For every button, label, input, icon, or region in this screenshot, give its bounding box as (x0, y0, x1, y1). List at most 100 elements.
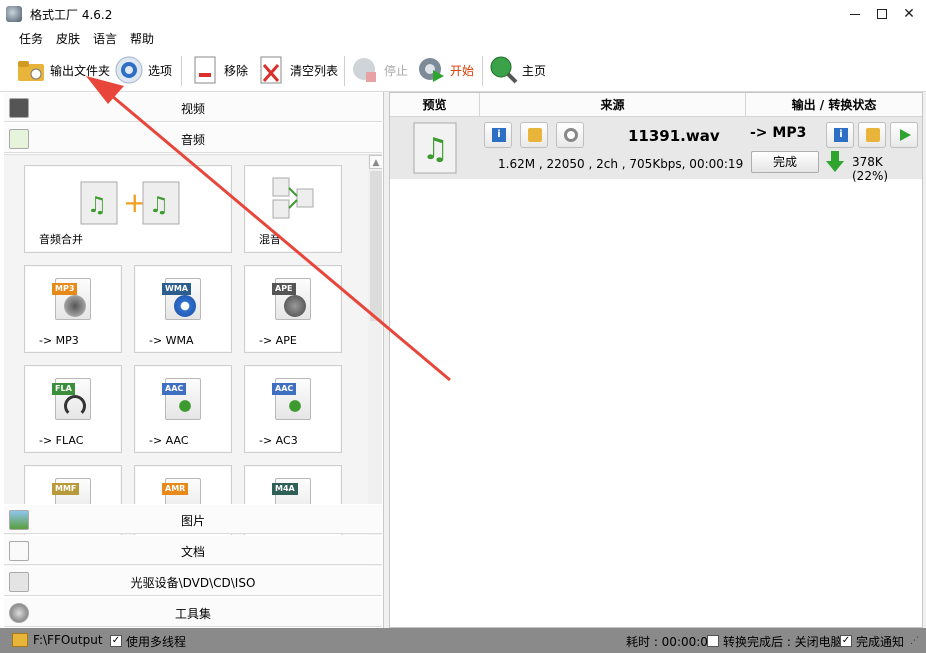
start-button[interactable]: 开始 (416, 52, 474, 88)
info-icon: i (834, 128, 848, 142)
to-aac-label: -> AAC (149, 434, 189, 447)
output-info-button[interactable]: i (826, 122, 854, 148)
to-wma-label: -> WMA (149, 334, 194, 347)
to-flac-tile[interactable]: FLA -> FLAC (24, 365, 122, 453)
clear-list-button[interactable]: 清空列表 (256, 52, 338, 88)
audio-mix-tile[interactable]: 混音 (244, 165, 342, 253)
scroll-up-icon[interactable]: ▲ (369, 155, 382, 169)
audio-merge-icon: ♫ + ♫ (80, 181, 180, 225)
remove-button[interactable]: 移除 (190, 52, 248, 88)
options-icon (114, 55, 144, 85)
remove-label: 移除 (224, 63, 249, 78)
category-audio-label: 音频 (180, 133, 205, 147)
title-bar: 格式工厂 4.6.2 ✕ (0, 0, 926, 28)
job-source-info: 1.62M , 22050 , 2ch , 705Kbps, 00:00:19 (498, 157, 744, 171)
job-filename: 11391.wav (628, 127, 720, 145)
audio-mix-label: 混音 (259, 233, 281, 246)
scroll-thumb[interactable] (370, 171, 382, 321)
resize-grip-icon[interactable]: ⋰ (910, 636, 919, 646)
download-arrow-icon (826, 151, 844, 172)
aac-format-icon: AAC (162, 378, 201, 420)
folder-icon[interactable] (12, 633, 28, 647)
menu-skin[interactable]: 皮肤 (56, 30, 80, 47)
source-settings-button[interactable] (556, 122, 584, 148)
clear-list-icon (256, 55, 286, 85)
category-document[interactable]: 文档 (4, 535, 382, 565)
category-picture[interactable]: 图片 (4, 504, 382, 534)
category-document-label: 文档 (180, 545, 205, 559)
to-flac-label: -> FLAC (39, 434, 84, 447)
flac-format-icon: FLA (52, 378, 91, 420)
svg-text:♫: ♫ (87, 193, 107, 218)
category-picture-label: 图片 (180, 514, 205, 528)
elapsed-time: 耗时 : 00:00:01 (626, 635, 716, 649)
job-result-size: 378K (22%) (852, 155, 889, 183)
toolbar: 输出文件夹 选项 移除 清空列表 停止 开始 主页 (0, 48, 926, 92)
ape-format-icon: APE (272, 278, 311, 320)
stop-button[interactable]: 停止 (350, 52, 408, 88)
menu-help[interactable]: 帮助 (130, 30, 154, 47)
to-mp3-tile[interactable]: MP3 -> MP3 (24, 265, 122, 353)
job-status-button[interactable]: 完成 (751, 151, 819, 173)
maximize-button[interactable] (870, 4, 894, 24)
shutdown-checkbox[interactable] (707, 635, 719, 647)
toolbar-separator (482, 56, 483, 86)
category-video[interactable]: 视频 (4, 92, 382, 122)
svg-text:♫: ♫ (422, 132, 449, 167)
output-folder-button[interactable]: 输出文件夹 (16, 52, 110, 88)
folder-icon (16, 55, 46, 85)
job-target-format: -> MP3 (750, 125, 807, 141)
category-tools[interactable]: 工具集 (4, 597, 382, 627)
info-icon: i (492, 128, 506, 142)
to-wma-tile[interactable]: WMA -> WMA (134, 265, 232, 353)
menu-bar: 任务 皮肤 语言 帮助 (0, 28, 926, 48)
menu-task[interactable]: 任务 (19, 30, 43, 47)
multithread-label: 使用多线程 (126, 635, 187, 649)
source-folder-button[interactable] (520, 122, 548, 148)
close-icon: ✕ (903, 6, 915, 22)
category-tools-label: 工具集 (174, 607, 211, 621)
folder-icon (866, 128, 880, 142)
minimize-icon (850, 13, 860, 15)
audio-merge-tile[interactable]: ♫ + ♫ 音频合并 (24, 165, 232, 253)
source-info-button[interactable]: i (484, 122, 512, 148)
menu-language[interactable]: 语言 (93, 30, 117, 47)
category-rom-device[interactable]: 光驱设备\DVD\CD\ISO (4, 566, 382, 596)
to-ape-tile[interactable]: APE -> APE (244, 265, 342, 353)
globe-search-icon (488, 55, 518, 85)
multithread-checkbox[interactable]: ✓ (110, 635, 122, 647)
remove-icon (190, 55, 220, 85)
audio-mix-icon (272, 177, 314, 219)
after-convert-label: 转换完成后 : 关闭电脑 (723, 635, 843, 649)
options-button[interactable]: 选项 (114, 52, 172, 88)
output-folder-open-button[interactable] (858, 122, 886, 148)
ac3-format-icon: AAC (272, 378, 311, 420)
toolbar-separator (181, 56, 182, 86)
gear-icon (564, 128, 578, 142)
job-row[interactable]: ♫ i 11391.wav 1.62M , 22050 , 2ch , 705K… (390, 117, 922, 183)
minimize-button[interactable] (843, 4, 867, 24)
preview-column-header[interactable]: 预览 (390, 93, 480, 117)
category-panel: 视频 音频 ♫ + ♫ 音频合并 混音 MP3 -> MP3 WMA -> WM… (0, 92, 384, 628)
toolbar-separator (344, 56, 345, 86)
notify-checkbox[interactable]: ✓ (840, 635, 852, 647)
start-label: 开始 (450, 63, 475, 78)
status-bar: F:\FFOutput ✓ 使用多线程 耗时 : 00:00:01 转换完成后 … (0, 628, 926, 653)
output-column-header[interactable]: 输出 / 转换状态 (746, 93, 922, 117)
to-aac-tile[interactable]: AAC -> AAC (134, 365, 232, 453)
task-list: 预览 来源 输出 / 转换状态 ♫ i 11391.wav 1.62M , 22… (389, 92, 923, 628)
notify-label: 完成通知 (856, 635, 905, 649)
start-icon (416, 55, 446, 85)
window-title: 格式工厂 4.6.2 (30, 8, 113, 22)
to-ac3-tile[interactable]: AAC -> AC3 (244, 365, 342, 453)
category-audio[interactable]: 音频 (4, 123, 382, 153)
maximize-icon (877, 9, 887, 19)
source-column-header[interactable]: 来源 (480, 93, 746, 117)
play-output-button[interactable] (890, 122, 918, 148)
play-icon (900, 129, 911, 141)
to-ape-label: -> APE (259, 334, 297, 347)
output-path[interactable]: F:\FFOutput (33, 633, 103, 647)
audio-preview-icon: ♫ (413, 122, 457, 174)
close-button[interactable]: ✕ (897, 4, 921, 24)
home-button[interactable]: 主页 (488, 52, 546, 88)
